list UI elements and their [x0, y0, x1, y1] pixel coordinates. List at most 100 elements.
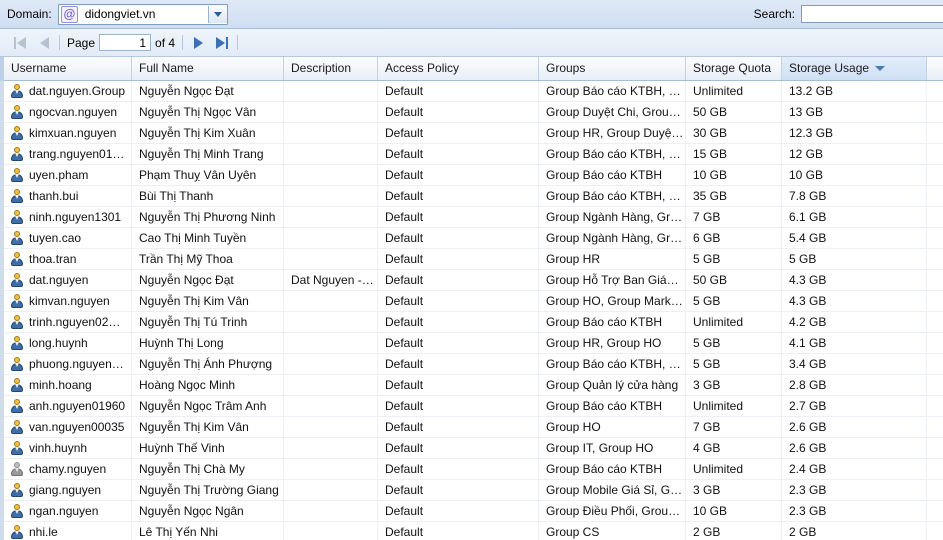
user-icon [10, 105, 24, 119]
username-text: phuong.nguyen… [29, 357, 124, 371]
column-header-fullname[interactable]: Full Name [132, 57, 284, 80]
column-header-label: Full Name [139, 61, 194, 75]
table-row[interactable]: chamy.nguyen Nguyễn Thị Chà My Default Grou… [0, 459, 943, 480]
column-header-groups[interactable]: Groups [539, 57, 686, 80]
table-row[interactable]: dat.nguyen Nguyễn Ngọc Đạt Dat Nguyen - … D… [0, 270, 943, 291]
table-row[interactable]: thoa.tran Trần Thị Mỹ Thoa Default Group HR… [0, 249, 943, 270]
cell-extra [927, 438, 943, 458]
table-row[interactable]: kimxuan.nguyen Nguyễn Thị Kim Xuân Default… [0, 123, 943, 144]
cell-extra [927, 312, 943, 332]
domain-label: Domain: [7, 7, 52, 21]
cell-groups: Group HR, Group HO [539, 333, 686, 353]
user-icon [10, 273, 24, 287]
cell-groups: Group Báo cáo KTBH, G… [539, 354, 686, 374]
page-number-input[interactable] [99, 34, 152, 51]
grid-left-gutter [0, 57, 4, 540]
cell-fullname: Nguyễn Thị Kim Xuân [132, 123, 284, 143]
cell-extra [927, 144, 943, 164]
cell-description [284, 459, 378, 479]
cell-username: van.nguyen00035 [4, 417, 132, 437]
table-row[interactable]: kimvan.nguyen Nguyễn Thị Kim Vân Default Gr… [0, 291, 943, 312]
domain-combobox[interactable]: @ didongviet.vn [57, 3, 228, 25]
table-row[interactable]: giang.nguyen Nguyễn Thị Trường Giang Defau… [0, 480, 943, 501]
username-text: ninh.nguyen1301 [29, 210, 122, 224]
cell-fullname: Nguyễn Thị Trường Giang [132, 480, 284, 500]
search-area: Search: [754, 0, 943, 28]
cell-fullname: Nguyễn Thị Tú Trinh [132, 312, 284, 332]
cell-fullname: Nguyễn Thị Minh Trang [132, 144, 284, 164]
cell-extra [927, 291, 943, 311]
table-row[interactable]: van.nguyen00035 Nguyễn Thị Kim Vân Default… [0, 417, 943, 438]
cell-groups: Group Duyệt Chi, Group … [539, 102, 686, 122]
column-header-storage_quota[interactable]: Storage Quota [686, 57, 782, 80]
cell-extra [927, 417, 943, 437]
cell-storage_usage: 13.2 GB [782, 81, 927, 101]
table-row[interactable]: ngocvan.nguyen Nguyễn Thị Ngọc Vân Default… [0, 102, 943, 123]
cell-username: thoa.tran [4, 249, 132, 269]
column-header-extra[interactable] [927, 57, 943, 80]
cell-extra [927, 165, 943, 185]
column-header-description[interactable]: Description [284, 57, 378, 80]
chevron-down-icon[interactable] [207, 5, 227, 23]
next-page-button[interactable] [186, 32, 210, 54]
cell-storage_quota: Unlimited [686, 396, 782, 416]
cell-fullname: Bùi Thị Thanh [132, 186, 284, 206]
cell-username: thanh.bui [4, 186, 132, 206]
first-page-button[interactable] [8, 32, 32, 54]
table-row[interactable]: anh.nguyen01960 Nguyễn Ngọc Trâm Anh Defau… [0, 396, 943, 417]
cell-fullname: Nguyễn Thị Ánh Phượng [132, 354, 284, 374]
table-row[interactable]: vinh.huynh Huỳnh Thế Vinh Default Group IT,… [0, 438, 943, 459]
domain-value: didongviet.vn [84, 7, 156, 21]
grid-body: dat.nguyen.Group Nguyễn Ngọc Đạt Default Gr… [0, 81, 943, 540]
cell-username: ninh.nguyen1301 [4, 207, 132, 227]
username-text: van.nguyen00035 [29, 420, 125, 434]
table-row[interactable]: nhi.le Lê Thị Yến Nhi Default Group CS 2 GB 2… [0, 522, 943, 540]
previous-page-button[interactable] [32, 32, 56, 54]
column-header-label: Storage Usage [789, 61, 870, 75]
cell-access_policy: Default [378, 123, 539, 143]
table-row[interactable]: thanh.bui Bùi Thị Thanh Default Group Báo c… [0, 186, 943, 207]
column-header-username[interactable]: Username [4, 57, 132, 80]
username-text: minh.hoang [29, 378, 92, 392]
account-list-page: Domain: @ didongviet.vn Search: Page of … [0, 0, 943, 540]
cell-extra [927, 123, 943, 143]
column-header-storage_usage[interactable]: Storage Usage [782, 57, 927, 80]
cell-groups: Group Báo cáo KTBH [539, 396, 686, 416]
cell-access_policy: Default [378, 480, 539, 500]
cell-groups: Group Báo cáo KTBH, G… [539, 186, 686, 206]
user-icon [10, 483, 24, 497]
table-row[interactable]: uyen.pham Phạm Thuỵ Vân Uyên Default Group … [0, 165, 943, 186]
cell-fullname: Nguyễn Ngọc Đạt [132, 81, 284, 101]
table-row[interactable]: minh.hoang Hoàng Ngọc Minh Default Group Qu… [0, 375, 943, 396]
table-row[interactable]: trang.nguyen01… Nguyễn Thị Minh Trang Defa… [0, 144, 943, 165]
table-row[interactable]: tuyen.cao Cao Thị Minh Tuyền Default Group … [0, 228, 943, 249]
cell-storage_usage: 2.6 GB [782, 438, 927, 458]
cell-username: tuyen.cao [4, 228, 132, 248]
cell-access_policy: Default [378, 186, 539, 206]
last-page-button[interactable] [210, 32, 234, 54]
cell-fullname: Nguyễn Thị Chà My [132, 459, 284, 479]
cell-groups: Group Ngành Hàng, Gro… [539, 207, 686, 227]
search-input[interactable] [801, 5, 943, 23]
username-text: long.huynh [29, 336, 88, 350]
table-row[interactable]: dat.nguyen.Group Nguyễn Ngọc Đạt Default Gr… [0, 81, 943, 102]
table-row[interactable]: phuong.nguyen… Nguyễn Thị Ánh Phượng Defau… [0, 354, 943, 375]
table-row[interactable]: trinh.nguyen02… Nguyễn Thị Tú Trinh Defaul… [0, 312, 943, 333]
cell-access_policy: Default [378, 459, 539, 479]
cell-description [284, 522, 378, 540]
cell-groups: Group HO, Group Marke… [539, 291, 686, 311]
accounts-grid: Username Full Name Description Access Polic… [0, 57, 943, 540]
cell-groups: Group Mobile Giá Sỉ, Gr… [539, 480, 686, 500]
page-total-label: of 4 [155, 35, 176, 50]
table-row[interactable]: long.huynh Huỳnh Thị Long Default Group HR,… [0, 333, 943, 354]
column-header-label: Access Policy [385, 61, 460, 75]
cell-storage_usage: 3.4 GB [782, 354, 927, 374]
user-icon [10, 525, 24, 539]
user-icon [10, 441, 24, 455]
table-row[interactable]: ngan.nguyen Nguyễn Ngọc Ngân Default Group … [0, 501, 943, 522]
last-page-bar [226, 36, 229, 49]
cell-access_policy: Default [378, 249, 539, 269]
cell-storage_usage: 4.2 GB [782, 312, 927, 332]
table-row[interactable]: ninh.nguyen1301 Nguyễn Thị Phương Ninh Def… [0, 207, 943, 228]
column-header-access_policy[interactable]: Access Policy [378, 57, 539, 80]
